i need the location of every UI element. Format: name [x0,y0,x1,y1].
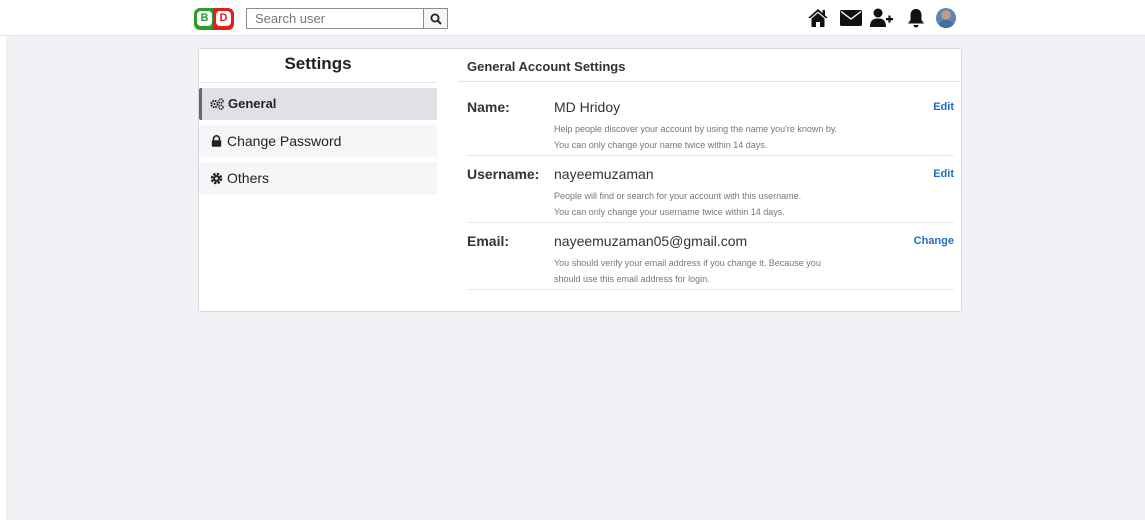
logo-letter-b: B [197,11,212,26]
settings-row-email: Email: nayeemuzaman05@gmail.com You shou… [467,223,954,290]
sidebar-item-general[interactable]: General [199,88,437,120]
edit-name-link[interactable]: Edit [933,101,954,113]
site-logo[interactable]: B D [194,8,234,30]
row-label: Email: [467,233,510,249]
add-friend-button[interactable] [870,6,894,30]
sidebar-item-label: Others [227,170,270,186]
search-bar [246,8,448,29]
row-help: Help people discover your account by usi… [554,121,874,153]
edit-username-link[interactable]: Edit [933,168,954,180]
row-label: Username: [467,166,540,182]
settings-row-username: Username: nayeemuzaman People will find … [467,156,954,223]
sidebar-item-others[interactable]: Others [199,162,437,194]
bell-icon [908,9,924,28]
help-line: People will find or search for your acco… [554,191,802,201]
row-help: People will find or search for your acco… [554,188,874,220]
divider [458,81,962,82]
help-line: You can only change your username twice … [554,207,785,217]
row-label: Name: [467,99,510,115]
gear-icon [209,171,223,185]
avatar [936,8,956,28]
help-line: should use this email address for login. [554,274,710,284]
page-body: Settings General Change Password Others … [6,36,1145,520]
search-input[interactable] [246,8,424,29]
settings-row-name: Name: MD Hridoy Help people discover you… [467,89,954,156]
settings-sidebar: Settings General Change Password Others [199,49,437,199]
messages-button[interactable] [839,6,863,30]
sidebar-item-label: Change Password [227,133,342,149]
top-navbar: B D [0,0,1145,36]
settings-card: Settings General Change Password Others … [198,48,962,312]
sidebar-title: Settings [199,49,437,83]
envelope-icon [840,10,862,26]
search-button[interactable] [423,8,448,29]
profile-button[interactable] [934,6,958,30]
help-line: You should verify your email address if … [554,258,821,268]
row-value: MD Hridoy [554,99,621,115]
gears-icon [210,97,224,111]
sidebar-item-label: General [228,96,277,111]
row-value: nayeemuzaman [554,166,654,182]
home-button[interactable] [806,6,830,30]
lock-icon [209,134,223,148]
notifications-button[interactable] [904,6,928,30]
help-line: Help people discover your account by usi… [554,124,838,134]
section-title: General Account Settings [467,59,626,74]
logo-letter-d: D [216,11,231,26]
home-icon [808,9,828,27]
change-email-link[interactable]: Change [914,235,954,247]
help-line: You can only change your name twice with… [554,140,768,150]
sidebar-item-change-password[interactable]: Change Password [199,125,437,157]
add-user-icon [870,8,893,27]
row-help: You should verify your email address if … [554,255,874,287]
search-icon [430,13,442,25]
row-value: nayeemuzaman05@gmail.com [554,233,748,249]
